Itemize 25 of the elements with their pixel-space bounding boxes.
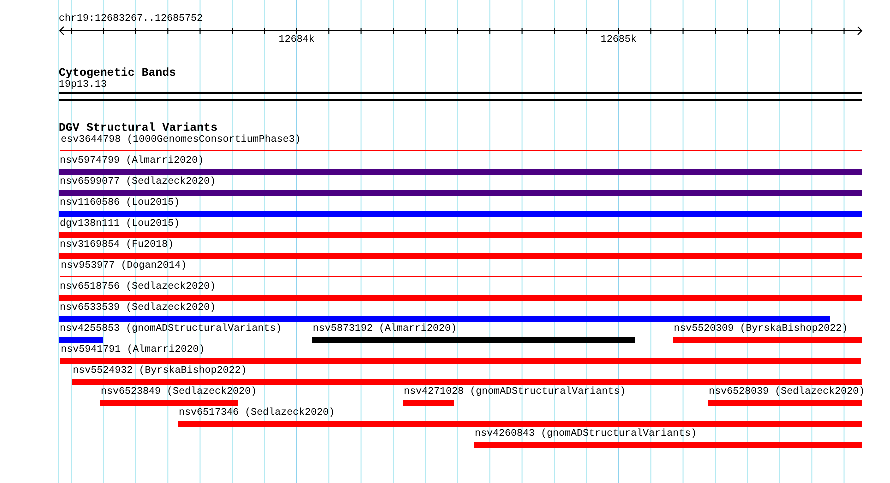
track-title: Cytogenetic Bands (59, 67, 176, 80)
variant-label: nsv1160586 (Lou2015) (59, 198, 180, 210)
variant-label: nsv5974799 (Almarri2020) (59, 156, 204, 168)
variant-label: nsv3169854 (Fu2018) (59, 240, 174, 252)
variant-label: nsv5941791 (Almarri2020) (60, 345, 206, 357)
variant-label: nsv6523849 (Sedlazeck2020) (100, 387, 258, 399)
location-text: chr19:12683267..12685752 (59, 14, 204, 26)
band-label: 19p13.13 (59, 80, 108, 92)
variant-label: nsv6528039 (Sedlazeck2020) (708, 387, 866, 399)
variant-label: nsv6599077 (Sedlazeck2020) (59, 177, 216, 189)
variant-label: nsv953977 (Dogan2014) (60, 261, 188, 273)
variant-label: nsv6533539 (Sedlazeck2020) (59, 303, 216, 315)
ruler-tick-label: 12684k (278, 35, 315, 47)
variant-label: nsv4255853 (gnomADStructuralVariants) (59, 324, 282, 336)
variant-label: nsv5520309 (ByrskaBishop2022) (673, 324, 848, 336)
variant-label: esv3644798 (1000GenomesConsortiumPhase3) (60, 135, 302, 147)
ruler-tick-label: 12685k (600, 35, 637, 47)
variant-label: dgv138n111 (Lou2015) (59, 219, 180, 231)
track-title: DGV Structural Variants (59, 122, 218, 135)
variant-label: nsv4260843 (gnomADStructuralVariants) (474, 429, 698, 441)
variant-label: nsv6517346 (Sedlazeck2020) (178, 408, 336, 420)
variant-label: nsv6518756 (Sedlazeck2020) (59, 282, 216, 294)
variant-label: nsv4271028 (gnomADStructuralVariants) (403, 387, 626, 399)
variant-label: nsv5524932 (ByrskaBishop2022) (72, 366, 248, 378)
variant-label: nsv5873192 (Almarri2020) (312, 324, 458, 336)
